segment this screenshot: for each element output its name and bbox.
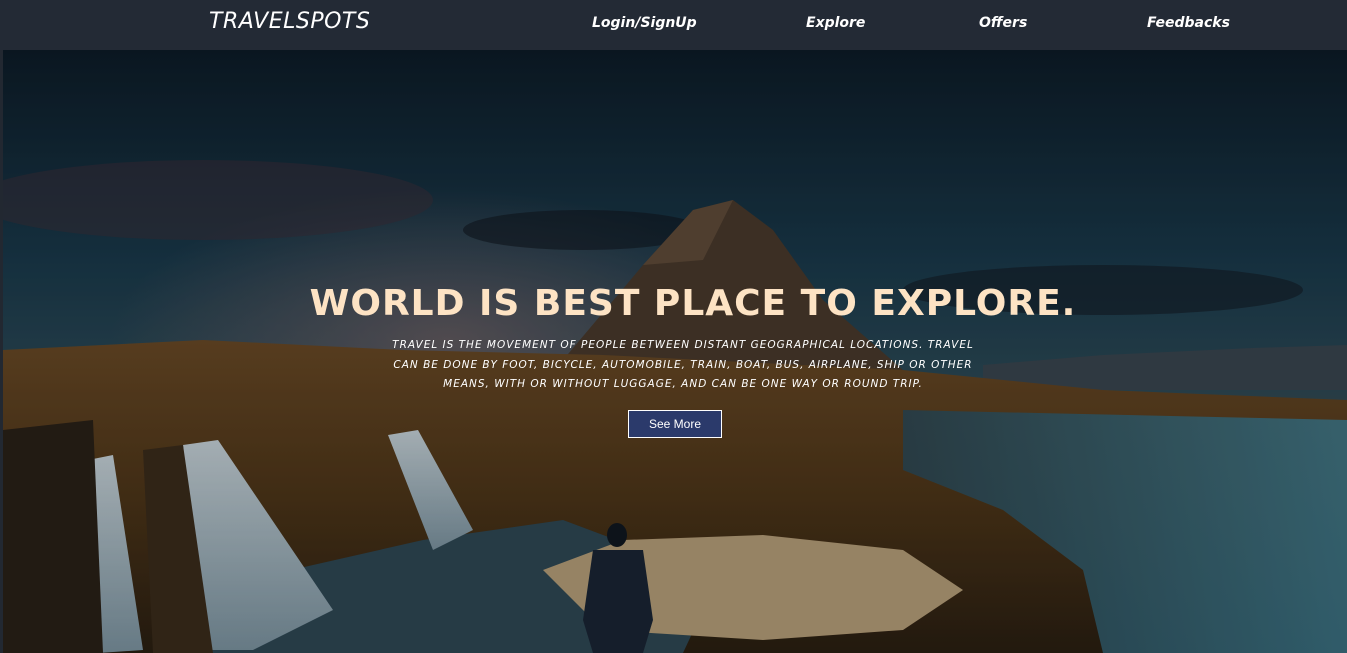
nav-offers[interactable]: Offers [979, 15, 1027, 31]
nav-feedbacks[interactable]: Feedbacks [1147, 15, 1230, 31]
nav-explore[interactable]: Explore [806, 15, 865, 31]
see-more-button[interactable]: See More [628, 410, 722, 438]
hero-section: WORLD IS BEST PLACE TO EXPLORE. Travel i… [3, 50, 1347, 653]
hero-headline: WORLD IS BEST PLACE TO EXPLORE. [309, 283, 1077, 324]
brand-logo[interactable]: TRAVELSPOTS [209, 9, 370, 34]
hero-content: WORLD IS BEST PLACE TO EXPLORE. Travel i… [3, 50, 1347, 653]
top-navbar: TRAVELSPOTS Login/SignUp Explore Offers … [0, 0, 1347, 50]
nav-login-signup[interactable]: Login/SignUp [592, 15, 697, 31]
hero-description: Travel is the movement of people between… [392, 339, 974, 390]
